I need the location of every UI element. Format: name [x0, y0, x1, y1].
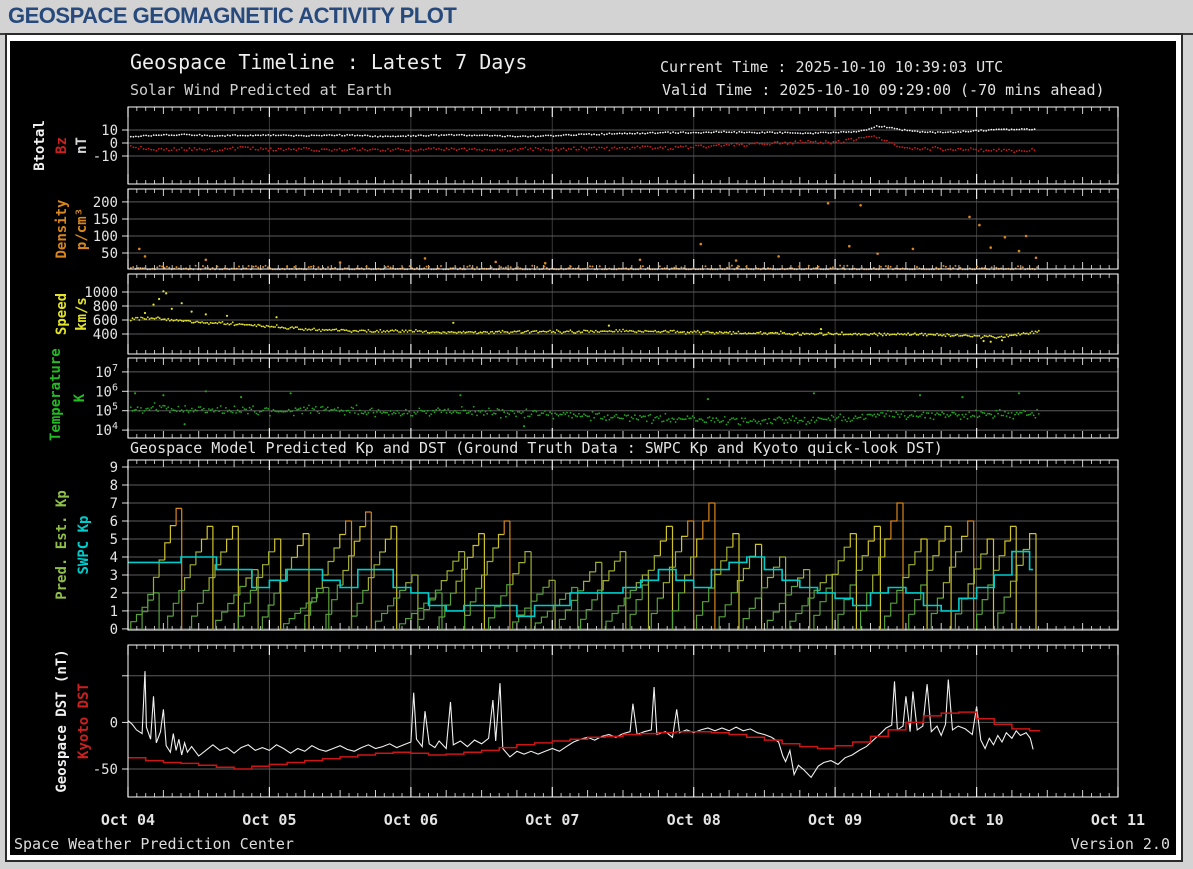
svg-text:3: 3 — [110, 568, 118, 584]
svg-text:0: 0 — [110, 715, 118, 731]
section-title-kp-dst: Geospace Model Predicted Kp and DST (Gro… — [130, 439, 943, 457]
plot-frame: 10 0 -10 200 150 100 50 1000 800 600 400 107 106 105 1… — [5, 33, 1183, 862]
ylabel-temperature-units: K — [72, 393, 88, 403]
svg-text:200: 200 — [93, 195, 118, 211]
svg-text:-10: -10 — [93, 149, 118, 165]
ylabel-btotal: Btotal — [32, 120, 48, 171]
svg-text:1: 1 — [110, 604, 118, 620]
plot-title: Geospace Timeline : Latest 7 Days — [130, 50, 528, 74]
svg-text:Oct 09: Oct 09 — [808, 811, 862, 829]
ylabel-kyoto-dst: Kyoto DST — [76, 683, 92, 759]
svg-text:6: 6 — [110, 514, 118, 530]
svg-text:9: 9 — [110, 460, 118, 476]
svg-text:5: 5 — [110, 532, 118, 548]
svg-text:-50: -50 — [93, 762, 118, 778]
svg-text:Oct 06: Oct 06 — [384, 811, 438, 829]
ylabel-bz: Bz — [54, 137, 70, 154]
svg-text:104: 104 — [95, 421, 118, 439]
svg-text:0: 0 — [110, 622, 118, 638]
ylabel-temperature: Temperature — [48, 348, 64, 441]
svg-text:105: 105 — [95, 402, 118, 420]
svg-text:Oct 11: Oct 11 — [1091, 811, 1145, 829]
svg-text:106: 106 — [95, 382, 118, 400]
page-header: GEOSPACE GEOMAGNETIC ACTIVITY PLOT — [0, 0, 1193, 33]
ylabel-nt: nT — [74, 137, 90, 154]
ylabel-speed: Speed — [54, 292, 70, 336]
ylabel-pred-kp: Pred. Est. Kp — [54, 490, 70, 600]
svg-text:107: 107 — [95, 363, 118, 381]
svg-text:Oct 08: Oct 08 — [667, 811, 721, 829]
ylabel-density-units: p/cm³ — [74, 207, 90, 251]
subtitle-solar-wind: Solar Wind Predicted at Earth — [130, 81, 392, 99]
svg-text:100: 100 — [93, 229, 118, 245]
svg-text:7: 7 — [110, 496, 118, 512]
ylabel-swpc-kp: SWPC Kp — [76, 515, 92, 575]
geospace-plot: 10 0 -10 200 150 100 50 1000 800 600 400 107 106 105 1… — [10, 41, 1176, 855]
footer-attribution: Space Weather Prediction Center — [14, 835, 294, 853]
svg-text:Oct 05: Oct 05 — [242, 811, 296, 829]
ylabel-geospace-dst: Geospace DST (nT) — [54, 649, 70, 793]
svg-text:50: 50 — [101, 246, 118, 262]
svg-text:400: 400 — [93, 327, 118, 343]
svg-text:Oct 10: Oct 10 — [950, 811, 1004, 829]
page-title: GEOSPACE GEOMAGNETIC ACTIVITY PLOT — [8, 3, 457, 28]
svg-text:8: 8 — [110, 478, 118, 494]
svg-text:Oct 07: Oct 07 — [525, 811, 579, 829]
svg-text:4: 4 — [110, 550, 118, 566]
ylabel-speed-units: km/s — [74, 297, 90, 331]
valid-time-label: Valid Time : 2025-10-10 09:29:00 (-70 mi… — [662, 81, 1105, 99]
ylabel-density: Density — [54, 199, 70, 259]
svg-text:2: 2 — [110, 586, 118, 602]
svg-text:150: 150 — [93, 212, 118, 228]
svg-text:Oct 04: Oct 04 — [101, 811, 155, 829]
current-time-label: Current Time : 2025-10-10 10:39:03 UTC — [660, 58, 1004, 76]
footer-version: Version 2.0 — [1070, 835, 1170, 853]
